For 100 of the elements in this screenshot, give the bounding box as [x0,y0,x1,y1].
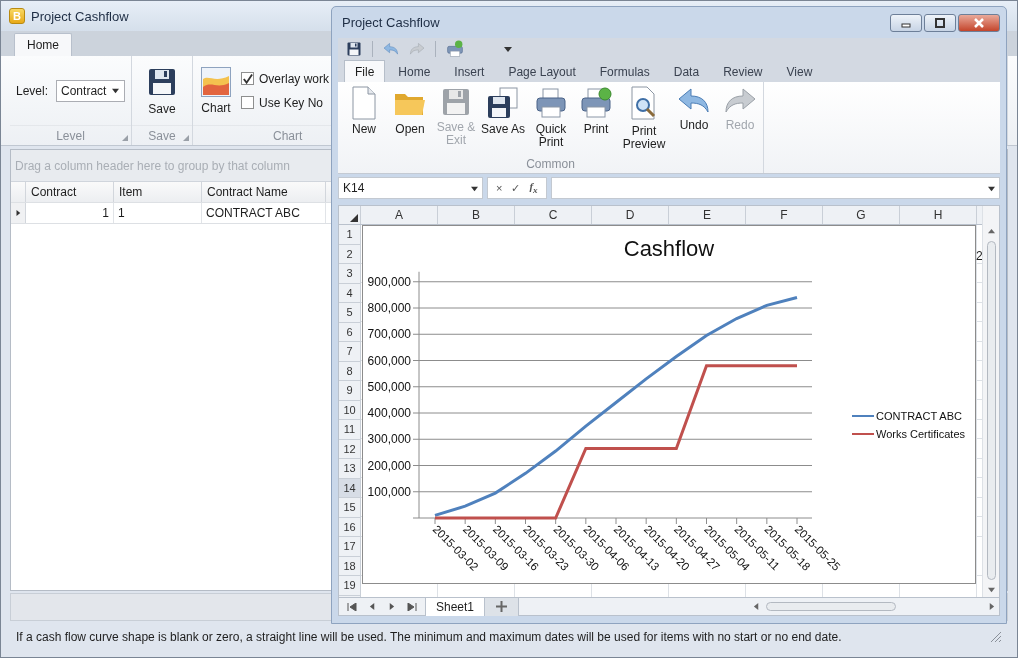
status-text: If a cash flow curve shape is blank or zero, a straight line will be used. The minimum and maximum dates will be used for items with no start or no end date. [16,630,842,644]
row-header[interactable]: 17 [339,537,360,557]
row-header[interactable]: 8 [339,361,360,381]
column-header[interactable]: E [669,206,746,224]
name-box[interactable]: K14 [338,177,483,199]
checkbox-label: Overlay work [259,71,329,86]
caret-icon [988,184,995,192]
dialog-launcher-icon[interactable] [183,135,189,141]
chart-button[interactable]: Chart [199,64,233,117]
y-axis-label: 400,000 [367,406,411,420]
scrollbar-thumb[interactable] [986,241,996,580]
ribbon-tab[interactable]: Formulas [588,60,661,82]
maximize-button[interactable] [924,13,956,32]
print-button[interactable]: Print [576,86,616,136]
printer-icon [534,86,568,120]
column-header[interactable]: D [592,206,669,224]
row-header[interactable]: 11 [339,420,360,440]
app-logo: B [9,8,25,24]
close-icon [973,17,985,28]
group-caption: Common [526,157,575,171]
row-header[interactable]: 4 [339,283,360,303]
row-header[interactable]: 18 [339,556,360,576]
y-axis-label: 900,000 [367,274,411,289]
cancel-button[interactable]: × [496,182,503,194]
window-title: Project Cashflow [31,8,129,24]
row-header[interactable]: 5 [339,303,360,323]
row-header[interactable]: 1 [339,225,360,245]
level-dropdown[interactable]: Contract [56,79,125,102]
print-preview-button[interactable]: Print Preview [618,86,670,151]
row-header[interactable]: 12 [339,439,360,459]
minimize-button[interactable] [890,13,922,32]
open-button[interactable]: Open [388,86,432,136]
group-caption: Level [56,128,85,143]
ribbon-tab[interactable]: Home [387,60,442,82]
row-header[interactable]: 13 [339,459,360,479]
row-header[interactable]: 19 [339,576,360,596]
y-axis-label: 200,000 [367,458,411,473]
scrollbar-thumb[interactable] [766,602,896,611]
row-header[interactable]: 10 [339,400,360,420]
area-chart-icon [201,66,231,97]
formula-field[interactable] [550,177,1000,199]
row-header[interactable]: 6 [339,322,360,342]
row-header[interactable]: 15 [339,498,360,518]
floppy-disks-icon [486,86,520,120]
row-indicator-icon [15,210,21,216]
maximize-icon [935,17,945,28]
legend-label: CONTRACT ABC [876,410,962,422]
scroll-up-icon [987,228,995,235]
plus-icon [496,601,508,612]
y-axis-label: 500,000 [367,379,411,394]
column-header[interactable]: G [823,206,900,224]
checkbox-label: Use Key No [259,95,324,110]
group-caption: Chart [273,128,303,143]
insert-function-button[interactable]: f$_{x}$ [529,180,538,196]
column-header[interactable]: B [438,206,515,224]
ribbon-tab[interactable]: File [344,60,386,82]
column-header[interactable]: C [515,206,592,224]
row-header[interactable]: 2 [339,244,360,264]
y-axis-label: 300,000 [367,432,411,447]
ribbon-tab[interactable]: Page Layout [497,60,587,82]
document-icon [349,86,379,120]
y-axis-label: 800,000 [367,301,411,315]
save-icon [346,40,362,57]
first-sheet-icon[interactable] [347,602,357,611]
ribbon-tab[interactable]: Insert [443,60,496,82]
legend-label: Works Certificates [876,428,966,440]
ribbon-tab[interactable]: Home [14,33,72,56]
row-header[interactable]: 7 [339,342,360,362]
ribbon-tab[interactable]: Data [662,60,711,82]
row-header[interactable]: 9 [339,381,360,401]
window-title: Project Cashflow [342,15,440,30]
caret-icon [471,184,478,192]
table-cell: 1 [26,203,114,223]
last-sheet-icon[interactable] [407,602,417,611]
column-header[interactable]: H [900,206,977,224]
ribbon-tab[interactable]: View [775,60,824,82]
save-as-button[interactable]: Save As [480,86,526,136]
resize-grip-icon[interactable] [990,631,1002,643]
checkbox[interactable] [241,72,254,85]
enter-button[interactable]: ✓ [511,181,521,195]
column-header[interactable]: F [746,206,823,224]
scroll-left-icon [753,603,760,610]
undo-button[interactable]: Undo [672,86,716,132]
dialog-launcher-icon[interactable] [122,135,128,141]
column-header[interactable]: A [361,206,438,224]
printer-icon[interactable] [446,39,464,58]
row-header[interactable]: 3 [339,264,360,284]
save-button[interactable]: Save [144,63,180,118]
row-header[interactable]: 16 [339,517,360,537]
level-label: Level: [16,83,49,98]
select-all-icon[interactable] [350,214,358,222]
table-cell: CONTRACT ABC [202,203,326,223]
quick-print-button[interactable]: Quick Print [528,86,574,149]
table-cell: 1 [114,203,202,223]
ribbon-tab[interactable]: Review [712,60,774,82]
undo-icon[interactable] [383,41,399,56]
checkbox[interactable] [241,96,254,109]
new-button[interactable]: New [342,86,386,136]
close-button[interactable] [958,13,1000,32]
previous-sheet-icon [369,602,376,610]
